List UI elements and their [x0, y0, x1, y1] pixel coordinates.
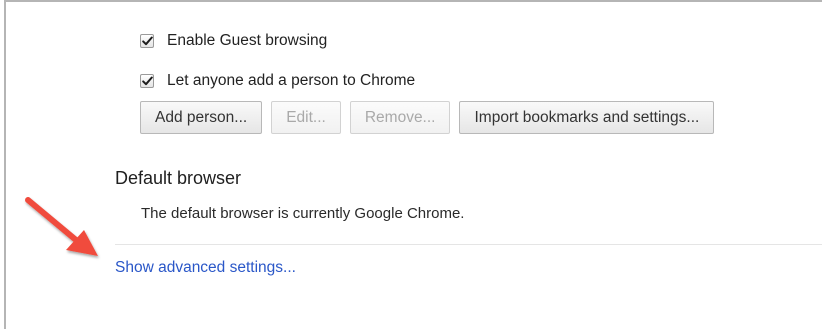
add-person-button[interactable]: Add person...	[140, 101, 263, 134]
red-arrow-icon	[25, 197, 98, 256]
show-advanced-settings-link[interactable]: Show advanced settings...	[115, 259, 296, 277]
default-browser-heading: Default browser	[115, 168, 242, 188]
guest-browsing-label[interactable]: Enable Guest browsing	[167, 32, 327, 50]
import-bookmarks-button[interactable]: Import bookmarks and settings...	[459, 101, 715, 134]
guest-browsing-checkbox[interactable]	[140, 34, 154, 48]
settings-panel: Enable Guest browsing Let anyone add a p…	[4, 0, 822, 329]
default-browser-status: The default browser is currently Google …	[141, 205, 465, 222]
add-person-checkbox[interactable]	[140, 74, 154, 88]
check-icon	[141, 76, 153, 86]
check-icon	[141, 36, 153, 46]
remove-button[interactable]: Remove...	[349, 101, 451, 134]
add-person-setting[interactable]: Let anyone add a person to Chrome	[140, 70, 415, 92]
edit-button[interactable]: Edit...	[271, 101, 341, 134]
users-button-row: Add person... Edit... Remove... Import b…	[140, 101, 715, 134]
guest-browsing-setting[interactable]: Enable Guest browsing	[140, 30, 327, 52]
add-person-label[interactable]: Let anyone add a person to Chrome	[167, 72, 415, 90]
section-divider	[115, 244, 822, 245]
